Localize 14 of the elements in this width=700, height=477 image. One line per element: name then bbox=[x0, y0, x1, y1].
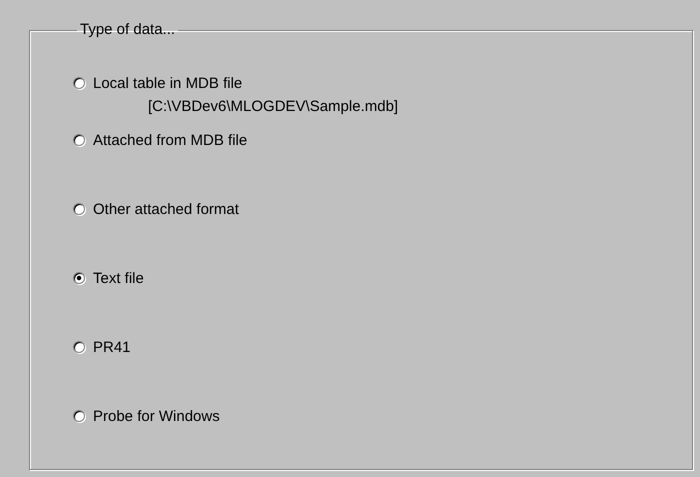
radio-option[interactable]: Text file bbox=[73, 268, 144, 288]
radio-option[interactable]: Probe for Windows bbox=[73, 406, 220, 426]
group-title: Type of data... bbox=[79, 21, 176, 39]
radio-button[interactable] bbox=[73, 203, 85, 215]
radio-button[interactable] bbox=[73, 341, 85, 353]
radio-button[interactable] bbox=[73, 134, 85, 146]
radio-button[interactable] bbox=[73, 272, 85, 284]
radio-button[interactable] bbox=[73, 410, 85, 422]
radio-option[interactable]: Attached from MDB file bbox=[73, 130, 248, 150]
radio-option[interactable]: Other attached format bbox=[73, 199, 239, 219]
radio-option[interactable]: Local table in MDB file bbox=[73, 73, 242, 93]
radio-option[interactable]: PR41 bbox=[73, 337, 131, 357]
radio-button[interactable] bbox=[73, 77, 85, 89]
file-path: [C:\VBDev6\MLOGDEV\Sample.mdb] bbox=[148, 97, 398, 117]
